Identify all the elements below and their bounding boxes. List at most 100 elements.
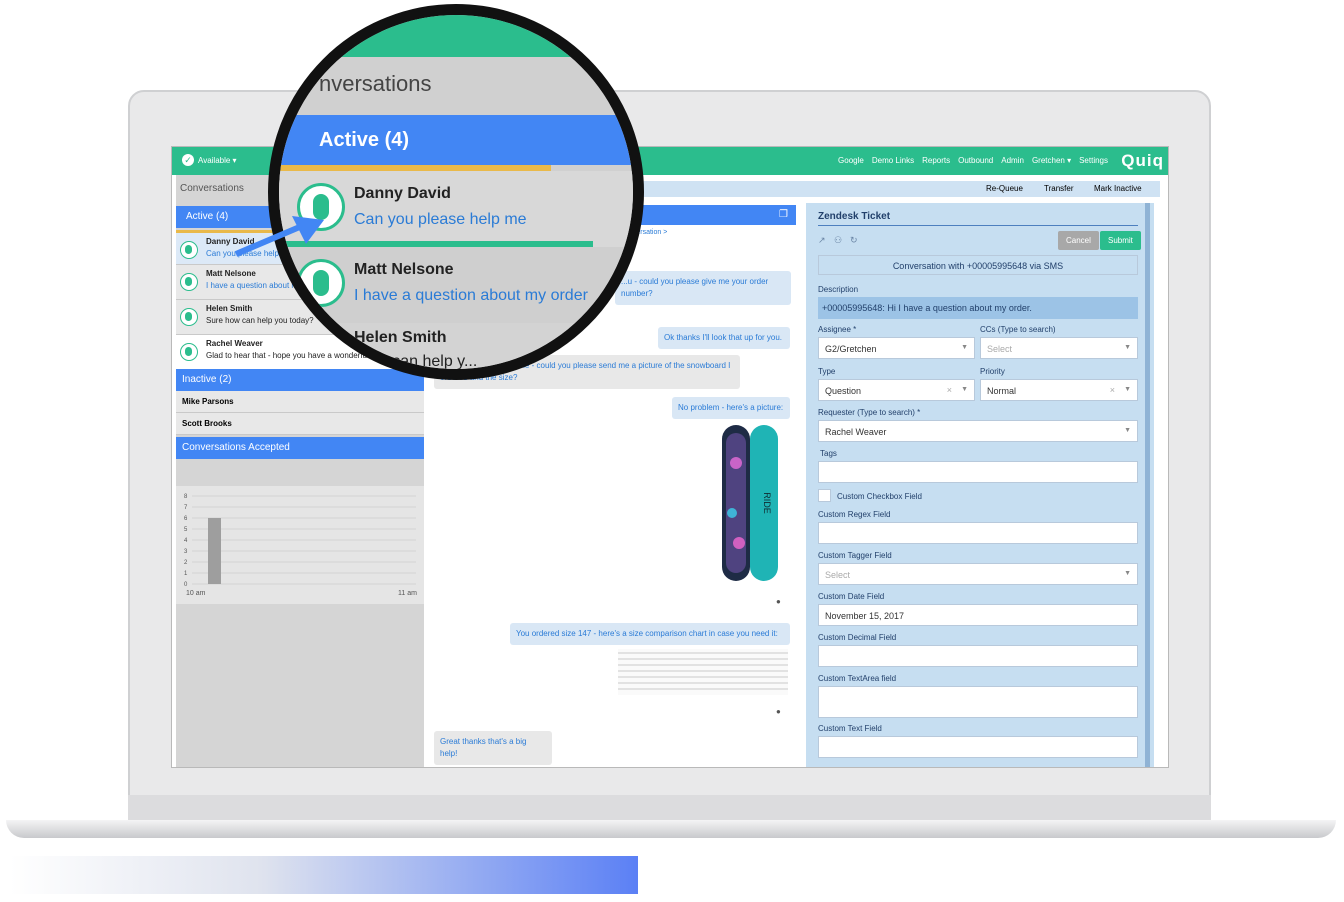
textarea-input[interactable] — [818, 686, 1138, 718]
requester-value: Rachel Weaver — [825, 427, 887, 437]
magnified-topbar — [279, 15, 633, 57]
nav-reports[interactable]: Reports — [922, 156, 950, 165]
assignee-value: G2/Gretchen — [825, 344, 877, 354]
nav-admin[interactable]: Admin — [1001, 156, 1024, 165]
y-tick-label: 3 — [184, 549, 188, 555]
x-tick-label: 11 am — [398, 590, 417, 597]
cancel-button[interactable]: Cancel — [1058, 231, 1099, 250]
tags-input[interactable] — [818, 461, 1138, 483]
magnified-message: ...ow can help y... — [354, 353, 478, 370]
check-icon: ✓ — [182, 154, 194, 166]
y-tick-label: 5 — [184, 527, 188, 533]
board-brand-text: RIDE — [762, 492, 772, 514]
avatar — [180, 308, 198, 326]
chevron-down-icon: ▼ — [961, 386, 968, 393]
custom-checkbox[interactable] — [818, 489, 831, 502]
add-user-icon[interactable]: ⚇ — [834, 235, 842, 246]
magnified-conversations-title: nversations — [279, 57, 633, 115]
ccs-label: CCs (Type to search) — [980, 325, 1056, 334]
magnified-name: Danny David — [354, 185, 451, 202]
refresh-icon[interactable]: ↻ — [850, 235, 858, 246]
quiq-logo: Quiq — [1121, 151, 1164, 170]
textarea-label: Custom TextArea field — [818, 674, 897, 683]
submit-button[interactable]: Submit — [1100, 231, 1141, 250]
avatar — [180, 241, 198, 259]
regex-label: Custom Regex Field — [818, 510, 891, 519]
magnified-active-label: Active (4) — [319, 129, 410, 151]
requeue-button[interactable]: Re-Queue — [986, 184, 1023, 193]
magnified-conversation-item: Danny David Can you please help me — [279, 171, 633, 247]
x-tick-label: 10 am — [186, 590, 206, 597]
info-icon[interactable]: ● — [776, 707, 781, 716]
tagger-select[interactable]: Select ▼ — [818, 563, 1138, 585]
magnifier-lens: nversations Active (4) Danny David Can y… — [268, 4, 644, 380]
tagger-label: Custom Tagger Field — [818, 551, 892, 560]
nav-demo-links[interactable]: Demo Links — [872, 156, 914, 165]
snowboard-image: RIDE — [722, 425, 778, 581]
y-tick-label: 7 — [184, 505, 188, 511]
magnified-conversation-item: Matt Nelsone I have a question about my … — [279, 247, 633, 323]
priority-value: Normal — [987, 386, 1017, 396]
chevron-down-icon: ▼ — [961, 344, 968, 351]
chevron-down-icon: ▼ — [1124, 427, 1131, 434]
external-link-icon[interactable]: ↗ — [818, 235, 826, 246]
sidebar-title: Conversations — [180, 183, 244, 194]
mark-inactive-button[interactable]: Mark Inactive — [1094, 184, 1142, 193]
y-tick-label: 2 — [184, 560, 188, 566]
agent-message: You ordered size 147 - here's a size com… — [510, 623, 790, 645]
magnified-active-header: Active (4) — [279, 115, 633, 165]
conversation-with-label: Conversation with +00005995648 via SMS — [818, 255, 1138, 275]
chevron-down-icon: ▼ — [1124, 570, 1131, 577]
avatar — [180, 343, 198, 361]
copy-icon[interactable]: ❐ — [779, 209, 788, 220]
nav-google[interactable]: Google — [838, 156, 864, 165]
decimal-label: Custom Decimal Field — [818, 633, 897, 642]
top-nav: Google Demo Links Reports Outbound Admin… — [838, 156, 1108, 165]
magnified-name: Matt Nelsone — [354, 261, 454, 278]
priority-select[interactable]: Normal × ▼ — [980, 379, 1138, 401]
transfer-button[interactable]: Transfer — [1044, 184, 1074, 193]
requester-select[interactable]: Rachel Weaver ▼ — [818, 420, 1138, 442]
inactive-section-header[interactable]: Inactive (2) — [176, 369, 424, 391]
date-label: Custom Date Field — [818, 592, 885, 601]
clear-icon[interactable]: × — [1110, 385, 1115, 395]
inactive-item[interactable]: Scott Brooks — [176, 413, 424, 435]
nav-user-menu[interactable]: Gretchen ▾ — [1032, 156, 1071, 165]
info-icon[interactable]: ● — [776, 597, 781, 606]
clear-icon[interactable]: × — [947, 385, 952, 395]
divider — [818, 225, 1138, 226]
y-tick-label: 0 — [184, 582, 188, 588]
availability-label: Available ▾ — [198, 155, 237, 165]
ccs-select[interactable]: Select ▼ — [980, 337, 1138, 359]
decimal-input[interactable] — [818, 645, 1138, 667]
magnified-message: Can you please help me — [354, 211, 527, 228]
y-tick-label: 6 — [184, 516, 188, 522]
checkbox-label: Custom Checkbox Field — [837, 492, 922, 501]
description-value: +00005995648: Hi I have a question about… — [818, 297, 1138, 319]
zendesk-title[interactable]: Zendesk Ticket — [818, 211, 890, 222]
date-input[interactable]: November 15, 2017 — [818, 604, 1138, 626]
inactive-item[interactable]: Mike Parsons — [176, 391, 424, 413]
assignee-label: Assignee * — [818, 325, 857, 334]
arrow-icon — [234, 216, 324, 257]
text-input[interactable] — [818, 736, 1138, 758]
chevron-down-icon: ▼ — [1124, 344, 1131, 351]
regex-input[interactable] — [818, 522, 1138, 544]
magnified-message: I have a question about my order — [354, 287, 588, 304]
scrollbar[interactable] — [1145, 203, 1150, 767]
nav-outbound[interactable]: Outbound — [958, 156, 993, 165]
type-select[interactable]: Question × ▼ — [818, 379, 975, 401]
availability-dropdown[interactable]: ✓ Available ▾ — [182, 154, 237, 166]
customer-message: Great thanks that's a big help! — [434, 731, 552, 765]
agent-message: ...u - could you please give me your ord… — [615, 271, 791, 305]
magnifier-content: nversations Active (4) Danny David Can y… — [279, 15, 633, 370]
text-label: Custom Text Field — [818, 724, 882, 733]
agent-message: Ok thanks I'll look that up for you. — [658, 327, 790, 349]
tags-label: Tags — [820, 449, 837, 458]
accepted-section-header[interactable]: Conversations Accepted — [176, 437, 424, 459]
assignee-select[interactable]: G2/Gretchen ▼ — [818, 337, 975, 359]
y-tick-label: 4 — [184, 538, 188, 544]
chevron-down-icon: ▼ — [1124, 386, 1131, 393]
date-value: November 15, 2017 — [825, 611, 905, 621]
nav-settings[interactable]: Settings — [1079, 156, 1108, 165]
